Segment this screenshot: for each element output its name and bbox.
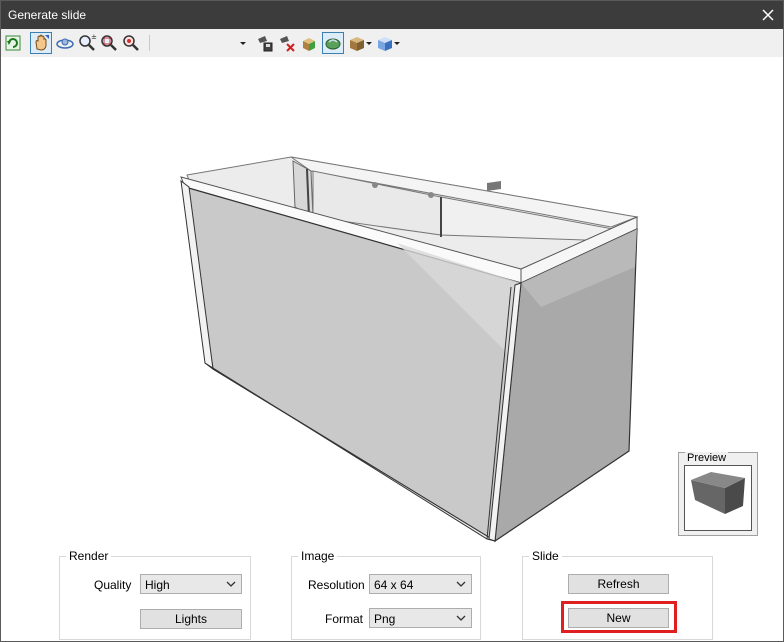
window-title: Generate slide xyxy=(8,8,87,22)
preview-label: Preview xyxy=(685,452,729,464)
camera-delete-icon[interactable] xyxy=(277,33,297,53)
chevron-down-icon xyxy=(456,615,466,621)
slide-group-label: Slide xyxy=(529,549,562,563)
camera-save-icon[interactable] xyxy=(255,33,275,53)
preview-group: Preview xyxy=(678,452,758,536)
resolution-label: Resolution xyxy=(308,578,365,592)
generate-slide-window: Generate slide ± Preview Render Quality … xyxy=(0,0,784,642)
orbit-icon[interactable] xyxy=(55,33,75,53)
paint-icon[interactable] xyxy=(299,33,319,53)
resolution-value: 64 x 64 xyxy=(374,578,414,592)
close-icon[interactable] xyxy=(761,8,775,22)
zoom-extents-icon[interactable] xyxy=(99,33,119,53)
shaded-icon[interactable] xyxy=(322,32,344,54)
zoom-icon[interactable]: ± xyxy=(77,33,97,53)
resolution-select[interactable]: 64 x 64 xyxy=(369,574,472,594)
quality-select[interactable]: High xyxy=(140,574,242,594)
chevron-down-icon xyxy=(226,581,236,587)
image-group: Image Resolution 64 x 64 Format Png xyxy=(291,549,481,640)
svg-text:±: ± xyxy=(91,33,97,41)
new-button-highlight xyxy=(561,601,677,633)
refresh-button[interactable]: Refresh xyxy=(568,574,669,594)
render-group-label: Render xyxy=(66,549,112,563)
refresh-view-icon[interactable] xyxy=(3,33,23,53)
quality-label: Quality xyxy=(94,578,132,592)
format-value: Png xyxy=(374,612,396,626)
preview-thumbnail xyxy=(684,465,752,531)
zoom-window-icon[interactable] xyxy=(121,33,141,53)
chevron-down-icon[interactable] xyxy=(364,33,374,53)
pan-hand-icon[interactable] xyxy=(30,32,52,54)
quality-value: High xyxy=(145,578,170,592)
toolbar: ± xyxy=(1,29,783,57)
lights-button[interactable]: Lights xyxy=(140,609,242,629)
image-group-label: Image xyxy=(298,549,338,563)
render-group: Render Quality High Lights xyxy=(59,549,251,640)
format-select[interactable]: Png xyxy=(369,608,472,628)
chevron-down-icon[interactable] xyxy=(392,33,402,53)
preview-image xyxy=(691,472,745,514)
chevron-down-icon xyxy=(456,581,466,587)
3d-viewport[interactable]: Preview xyxy=(1,57,783,543)
title-bar: Generate slide xyxy=(1,1,783,29)
cabinet-model xyxy=(180,156,639,543)
format-label: Format xyxy=(325,612,364,626)
chevron-down-icon[interactable] xyxy=(237,33,249,53)
toolbar-separator xyxy=(149,35,150,51)
